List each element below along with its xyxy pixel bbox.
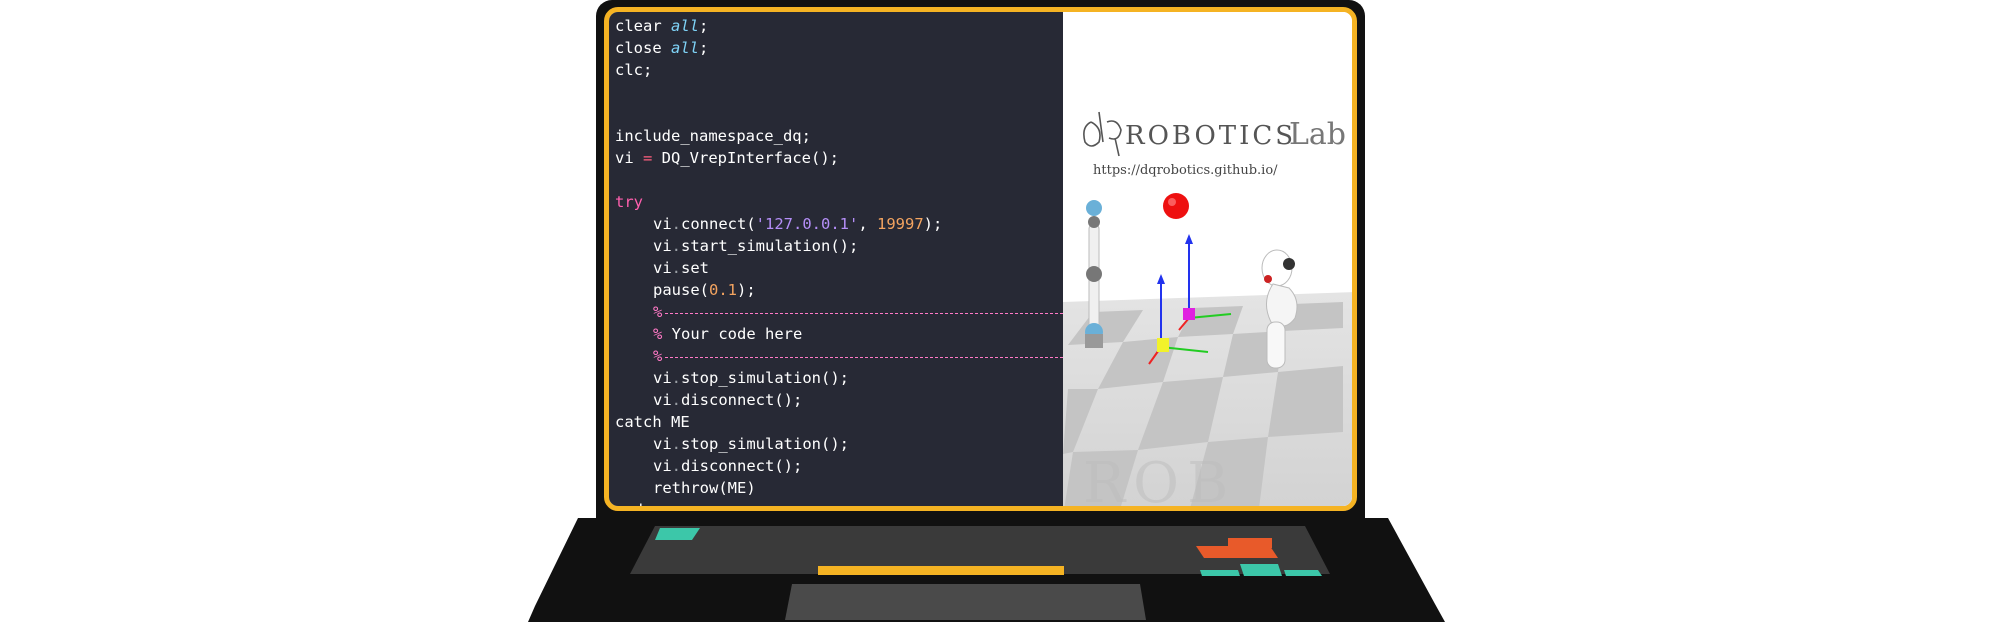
- watermark-text: ROB: [1083, 451, 1236, 506]
- code-line: include_namespace_dq;: [615, 127, 811, 145]
- simulation-scene: ROBOTICS Lab https://dqrobotics.github.i…: [1063, 111, 1352, 506]
- keyboard-area: [630, 526, 1330, 574]
- target-sphere: [1163, 193, 1189, 219]
- code-line: vi = DQ_VrepInterface();: [615, 149, 839, 167]
- code-comment: % Your code here: [653, 325, 803, 343]
- code-comment: %: [653, 303, 663, 321]
- comment-divider: [665, 313, 1063, 314]
- comment-divider: [665, 357, 1063, 358]
- key-teal-2: [1200, 570, 1240, 576]
- code-line: vi.set: [653, 259, 710, 277]
- laptop-screen: clear all; close all; clc; include_names…: [604, 7, 1357, 511]
- code-line: clc;: [615, 61, 653, 79]
- dq-mark: [1083, 111, 1122, 157]
- dqrobotics-logo: ROBOTICS Lab https://dqrobotics.github.i…: [1083, 111, 1346, 178]
- code-line: vi.start_simulation();: [653, 237, 859, 255]
- code-line: vi.disconnect();: [653, 457, 803, 475]
- key-orange-top: [1228, 538, 1272, 548]
- code-line: vi.connect('127.0.0.1', 19997);: [653, 215, 943, 233]
- code-comment: %: [653, 347, 663, 365]
- code-line: vi.disconnect();: [653, 391, 803, 409]
- logo-text: ROBOTICS: [1125, 121, 1296, 151]
- code-editor[interactable]: clear all; close all; clc; include_names…: [609, 12, 1063, 506]
- code-line: vi.stop_simulation();: [653, 369, 849, 387]
- robot-arm-left: [1085, 200, 1103, 348]
- code-line: rethrow(ME): [653, 479, 756, 497]
- code-line: vi.stop_simulation();: [653, 435, 849, 453]
- code-line: try: [615, 193, 643, 211]
- key-teal-4: [1284, 570, 1322, 576]
- code-line: end: [615, 499, 643, 506]
- code-line: pause(0.1);: [653, 281, 756, 299]
- key-orange: [1196, 546, 1278, 558]
- code-line: close all;: [615, 39, 709, 57]
- key-teal-1: [1240, 564, 1280, 570]
- code-line: catch ME: [615, 413, 690, 431]
- key-teal-3: [1242, 570, 1282, 576]
- code-line: clear all;: [615, 17, 709, 35]
- key-teal-left: [655, 528, 700, 540]
- url-text: https://dqrobotics.github.io/: [1093, 163, 1278, 178]
- spacebar-key: [818, 566, 1064, 575]
- keyboard-deck: [528, 518, 1445, 622]
- simulation-viewport[interactable]: ROBOTICS Lab https://dqrobotics.github.i…: [1063, 12, 1352, 506]
- trackpad[interactable]: [785, 584, 1146, 620]
- lab-text: Lab: [1289, 117, 1346, 152]
